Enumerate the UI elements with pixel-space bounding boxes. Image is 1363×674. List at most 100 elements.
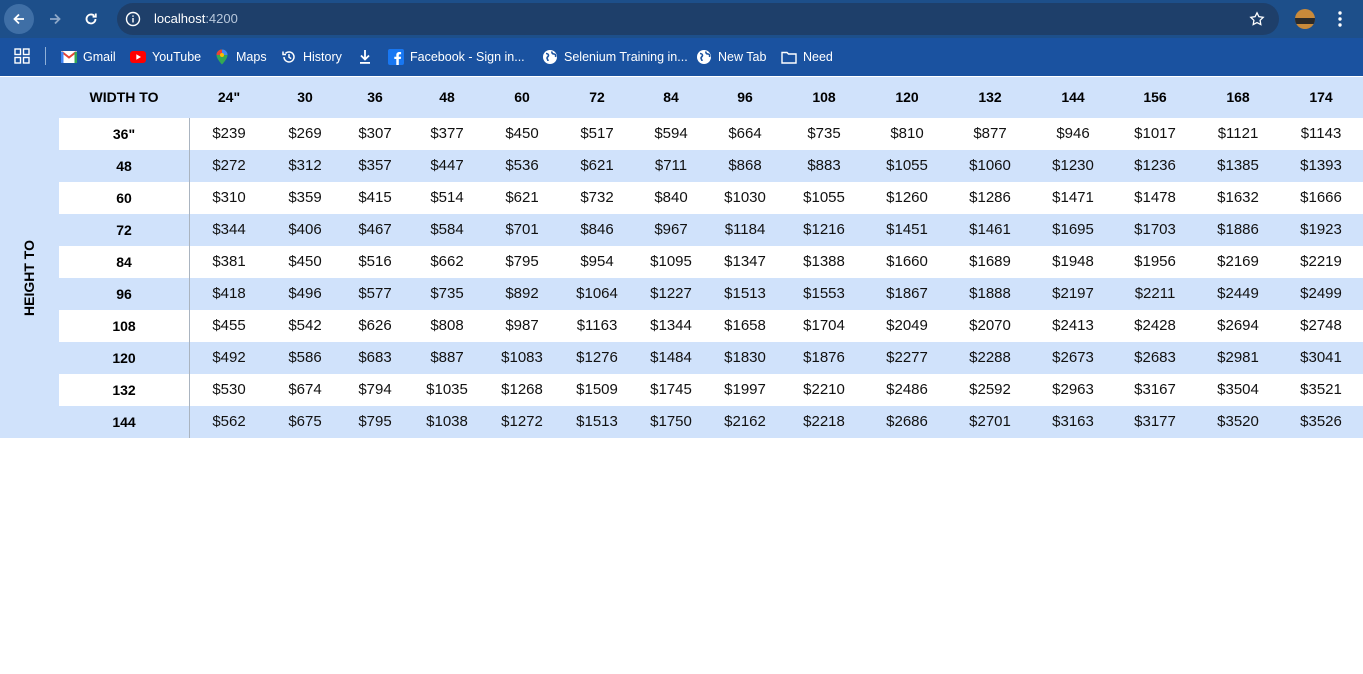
price-cell: $455 <box>212 317 246 334</box>
price-cell: $357 <box>358 157 392 174</box>
price-cell: $1867 <box>886 285 928 302</box>
price-cell: $1017 <box>1134 125 1176 142</box>
price-cell: $1745 <box>650 381 692 398</box>
price-cell: $892 <box>505 285 539 302</box>
price-cell: $269 <box>288 125 322 142</box>
price-cell: $406 <box>288 221 322 238</box>
price-cell: $1260 <box>886 189 928 206</box>
url-text[interactable]: localhost:4200 <box>154 11 238 27</box>
table-row: 36" $239 $269 $307 $377 $450 $517 $594 $664 $735 $… <box>59 118 1363 150</box>
price-cell: $3041 <box>1300 349 1342 366</box>
bookmark-label: YouTube <box>152 50 202 64</box>
row-header: 108 <box>112 318 136 334</box>
table-row: 96 $418 $496 $577 $735 $892 $1064 $1227 $1513 $15… <box>59 278 1363 310</box>
price-cell: $2683 <box>1134 349 1176 366</box>
bookmark-label: Selenium Training in... <box>564 50 688 64</box>
profile-avatar[interactable] <box>1295 9 1315 29</box>
price-cell: $3521 <box>1300 381 1342 398</box>
forward-button[interactable] <box>40 4 70 34</box>
price-cell: $2981 <box>1217 349 1259 366</box>
price-cell: $450 <box>288 253 322 270</box>
price-cell: $467 <box>358 221 392 238</box>
price-cell: $675 <box>288 413 322 430</box>
bookmark-gmail[interactable]: Gmail <box>61 48 116 66</box>
reload-button[interactable] <box>76 4 106 34</box>
price-cell: $1344 <box>650 317 692 334</box>
price-cell: $1347 <box>724 253 766 270</box>
column-header: 132 <box>978 89 1002 105</box>
price-cell: $2211 <box>1134 285 1176 302</box>
price-cell: $2686 <box>886 413 928 430</box>
price-cell: $810 <box>890 125 924 142</box>
price-cell: $450 <box>505 125 539 142</box>
price-cell: $1484 <box>650 349 692 366</box>
price-cell: $2070 <box>969 317 1011 334</box>
address-bar[interactable]: localhost:4200 <box>117 3 1279 35</box>
price-cell: $1666 <box>1300 189 1342 206</box>
price-cell: $946 <box>1056 125 1090 142</box>
column-header: 144 <box>1061 89 1085 105</box>
site-info-icon[interactable] <box>125 11 141 27</box>
table-row: 60 $310 $359 $415 $514 $621 $732 $840 $1030 $1055… <box>59 182 1363 214</box>
price-cell: $2449 <box>1217 285 1259 302</box>
back-button[interactable] <box>4 4 34 34</box>
price-cell: $381 <box>212 253 246 270</box>
price-cell: $1956 <box>1134 253 1176 270</box>
row-header: 120 <box>112 350 136 366</box>
price-cell: $239 <box>212 125 246 142</box>
price-cell: $954 <box>580 253 614 270</box>
bookmark-history[interactable]: History <box>281 48 342 66</box>
column-header: 36 <box>367 89 383 105</box>
price-cell: $514 <box>430 189 464 206</box>
price-cell: $496 <box>288 285 322 302</box>
bookmark-youtube[interactable]: YouTube <box>130 48 201 66</box>
price-cell: $586 <box>288 349 322 366</box>
price-cell: $272 <box>212 157 246 174</box>
more-menu-icon[interactable] <box>1332 9 1348 29</box>
bookmark-downloads[interactable] <box>357 48 373 66</box>
column-header: 84 <box>663 89 679 105</box>
price-cell: $2288 <box>969 349 1011 366</box>
price-cell: $594 <box>654 125 688 142</box>
table-row: 48 $272 $312 $357 $447 $536 $621 $711 $868 $883 $1… <box>59 150 1363 182</box>
bookmark-facebook[interactable]: Facebook - Sign in... <box>388 48 525 66</box>
price-cell: $1064 <box>576 285 618 302</box>
price-cell: $887 <box>430 349 464 366</box>
maps-icon <box>214 49 230 65</box>
bookmark-new-tab[interactable]: New Tab <box>696 48 766 66</box>
bookmark-label: New Tab <box>718 50 767 64</box>
price-cell: $840 <box>654 189 688 206</box>
price-cell: $2162 <box>724 413 766 430</box>
column-header: 30 <box>297 89 313 105</box>
bookmark-selenium-training[interactable]: Selenium Training in... <box>542 48 688 66</box>
price-cell: $732 <box>580 189 614 206</box>
gmail-icon <box>61 49 77 65</box>
height-to-label: HEIGHT TO <box>21 240 37 316</box>
price-cell: $1750 <box>650 413 692 430</box>
price-cell: $1513 <box>724 285 766 302</box>
price-cell: $1695 <box>1052 221 1094 238</box>
price-cell: $2169 <box>1217 253 1259 270</box>
table-row: 72 $344 $406 $467 $584 $701 $846 $967 $1184 $1216… <box>59 214 1363 246</box>
column-header: 174 <box>1309 89 1333 105</box>
price-cell: $711 <box>654 157 688 174</box>
bookmark-label: Facebook - Sign in... <box>410 50 525 64</box>
price-cell: $307 <box>358 125 392 142</box>
price-cell: $1216 <box>803 221 845 238</box>
row-header: 84 <box>116 254 132 270</box>
bookmark-maps[interactable]: Maps <box>214 48 267 66</box>
bookmark-folder-need[interactable]: Need <box>781 48 833 66</box>
price-cell: $3520 <box>1217 413 1259 430</box>
price-cell: $415 <box>358 189 392 206</box>
height-axis-band: HEIGHT TO <box>0 118 59 438</box>
apps-grid-icon[interactable] <box>14 48 30 64</box>
price-cell: $536 <box>505 157 539 174</box>
price-cell: $1038 <box>426 413 468 430</box>
globe-icon <box>542 49 558 65</box>
bookmark-star-icon[interactable] <box>1249 11 1265 27</box>
column-header: 48 <box>439 89 455 105</box>
price-cell: $2197 <box>1052 285 1094 302</box>
price-cell: $1055 <box>803 189 845 206</box>
price-cell: $2592 <box>969 381 1011 398</box>
browser-toolbar: localhost:4200 <box>0 0 1363 38</box>
